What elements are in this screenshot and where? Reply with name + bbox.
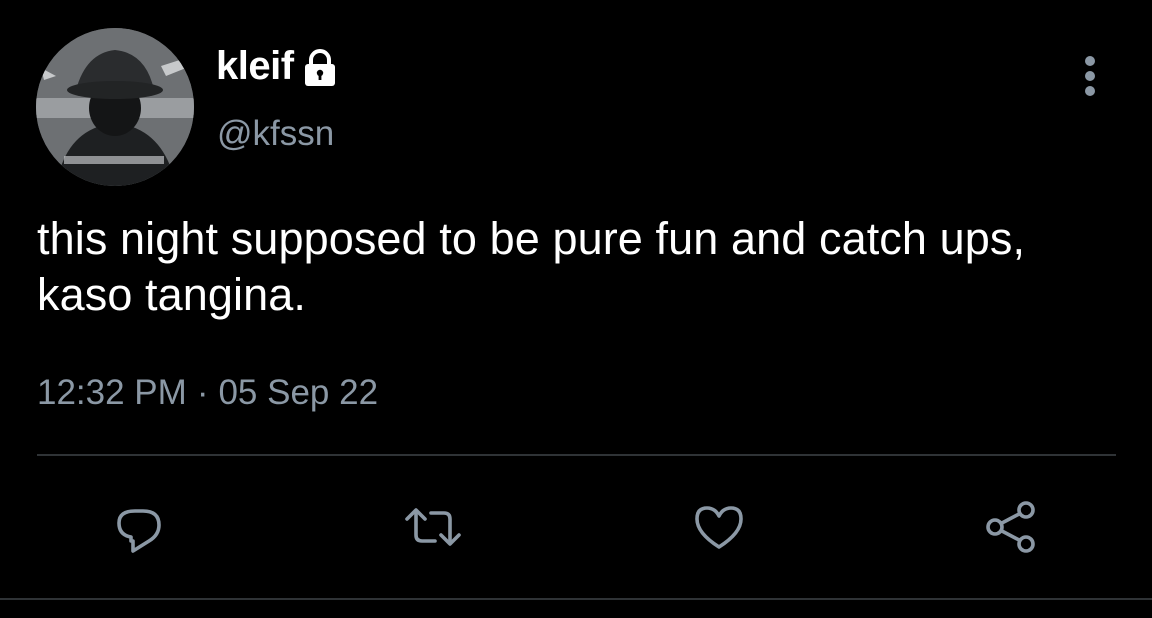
tweet-text: this night supposed to be pure fun and c… (37, 213, 1026, 320)
share-icon (986, 501, 1035, 553)
divider (37, 454, 1116, 456)
tweet-time: 12:32 PM (37, 373, 187, 412)
display-name[interactable]: kleif (216, 44, 294, 89)
share-button[interactable] (982, 497, 1042, 557)
bottom-divider (0, 598, 1152, 600)
heart-icon (695, 506, 743, 549)
retweet-button[interactable] (403, 497, 463, 557)
timestamp-separator: · (196, 373, 209, 412)
tweet-date: 05 Sep 22 (218, 373, 379, 412)
avatar[interactable] (36, 28, 194, 186)
like-button[interactable] (689, 497, 749, 557)
user-handle[interactable]: @kfssn (217, 114, 334, 154)
reply-icon (117, 509, 161, 553)
tweet-timestamp: 12:32 PM · 05 Sep 22 (37, 373, 378, 413)
display-name-row[interactable]: kleif (216, 44, 338, 89)
reply-button[interactable] (109, 497, 169, 557)
avatar-photo (36, 28, 194, 186)
more-vertical-icon[interactable] (1072, 52, 1108, 100)
lock-icon (304, 48, 335, 86)
retweet-icon (405, 508, 461, 546)
